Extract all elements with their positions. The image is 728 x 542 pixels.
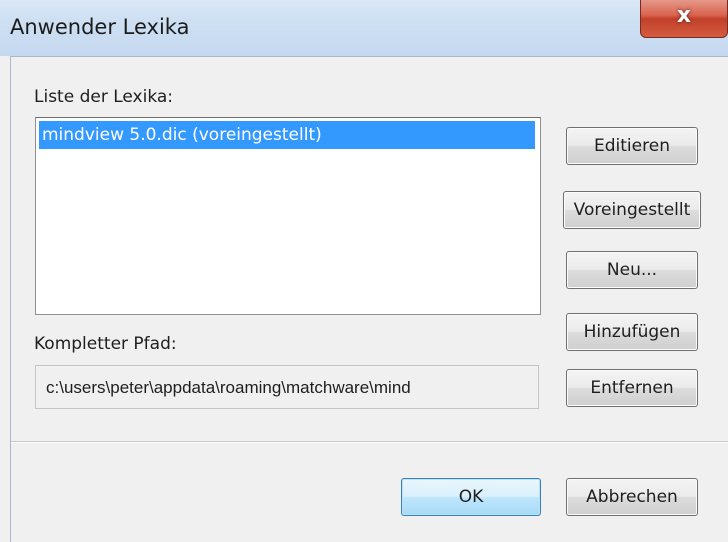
dialog-window: Anwender Lexika x Liste der Lexika: mind… [0, 0, 728, 542]
close-button[interactable]: x [640, 0, 728, 38]
ok-button[interactable]: OK [401, 478, 541, 516]
add-button[interactable]: Hinzufügen [566, 313, 698, 351]
dialog-body: Liste der Lexika: mindview 5.0.dic (vore… [10, 56, 728, 542]
set-default-button[interactable]: Voreingestellt [563, 191, 701, 229]
title-bar[interactable]: Anwender Lexika x [0, 0, 728, 56]
cancel-button[interactable]: Abbrechen [566, 478, 698, 516]
footer-separator [11, 441, 728, 443]
list-item[interactable]: mindview 5.0.dic (voreingestellt) [39, 121, 535, 149]
dictionary-listbox[interactable]: mindview 5.0.dic (voreingestellt) [35, 117, 541, 315]
new-button[interactable]: Neu... [566, 251, 698, 289]
path-field[interactable]: c:\users\peter\appdata\roaming\matchware… [35, 365, 539, 409]
path-label: Kompletter Pfad: [34, 334, 177, 354]
window-title: Anwender Lexika [10, 15, 190, 39]
edit-button[interactable]: Editieren [566, 127, 698, 165]
close-icon: x [676, 3, 692, 28]
dictionary-list-label: Liste der Lexika: [34, 87, 174, 107]
remove-button[interactable]: Entfernen [566, 369, 698, 407]
